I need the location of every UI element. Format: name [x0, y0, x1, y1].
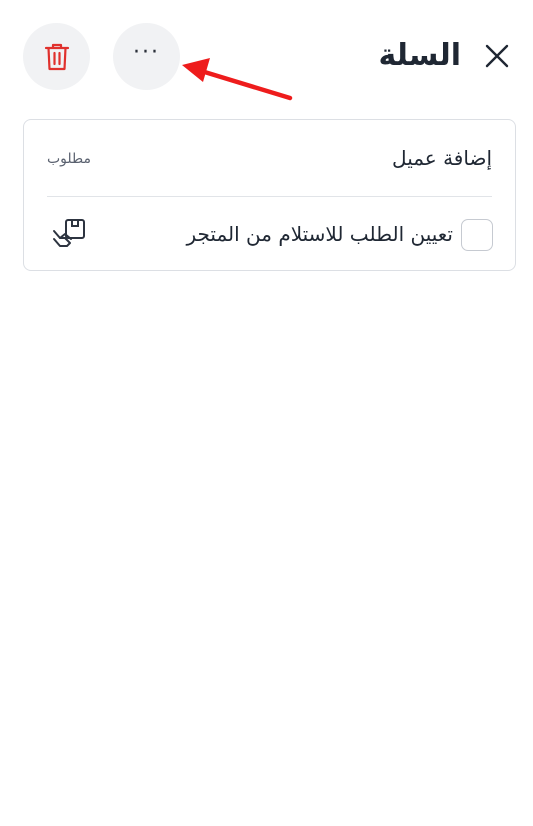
- store-pickup-label: تعيين الطلب للاستلام من المتجر: [186, 222, 453, 246]
- add-customer-row[interactable]: إضافة عميل مطلوب: [24, 120, 515, 197]
- store-pickup-row[interactable]: تعيين الطلب للاستلام من المتجر: [24, 197, 515, 271]
- required-badge: مطلوب: [47, 151, 92, 167]
- annotation-arrow-icon: [182, 58, 293, 101]
- cart-header: السلة ···: [0, 0, 533, 110]
- add-customer-label: إضافة عميل: [392, 146, 492, 170]
- store-pickup-checkbox[interactable]: [461, 219, 493, 251]
- trash-icon: [44, 43, 69, 70]
- close-button[interactable]: [481, 40, 513, 72]
- delete-cart-button[interactable]: [23, 23, 90, 90]
- cart-options-card: إضافة عميل مطلوب تعيين الطلب للاستلام من…: [23, 119, 516, 271]
- page-title: السلة: [378, 38, 461, 73]
- more-icon: ···: [133, 39, 160, 65]
- store-pickup-icon: [53, 219, 85, 247]
- more-options-button[interactable]: ···: [113, 23, 180, 90]
- close-icon: [485, 44, 509, 68]
